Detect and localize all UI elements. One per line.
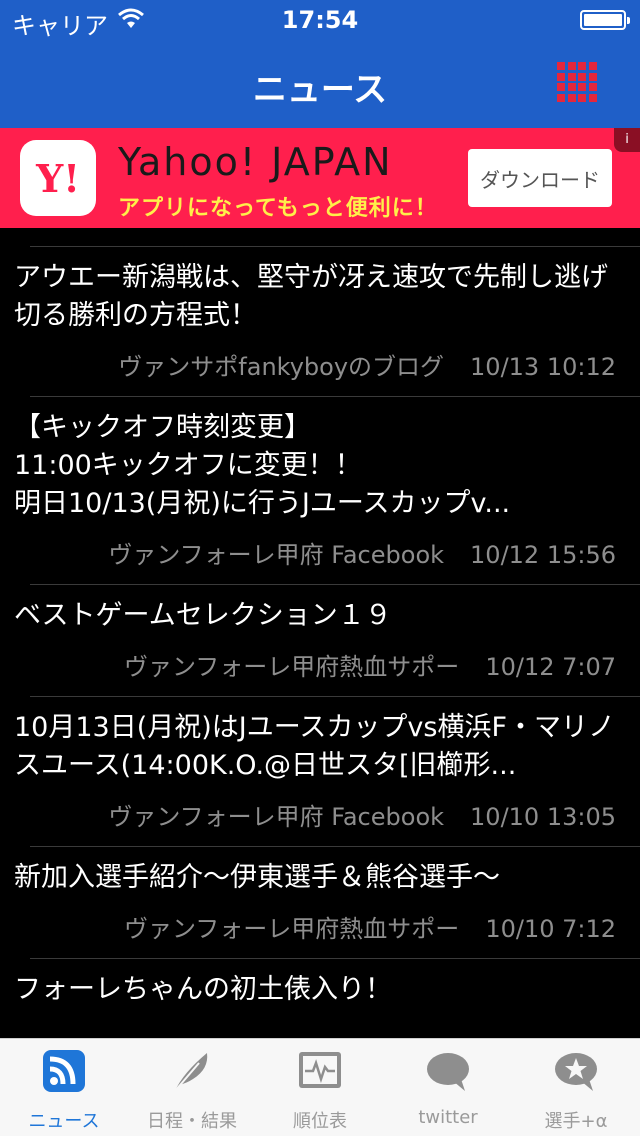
news-meta: ヴァンフォーレ甲府 Facebook 10/10 13:05 (30, 797, 616, 832)
news-title: アウエー新潟戦は、堅守が冴え速攻で先制し逃げ切る勝利の方程式！ (14, 262, 608, 331)
tab-label: 選手+α (544, 1111, 608, 1132)
news-meta: ヴァンフォーレ甲府熱血サポー 10/10 7:12 (30, 909, 616, 944)
tab-players[interactable]: 選手+α (512, 1039, 640, 1136)
tab-label: twitter (418, 1107, 478, 1128)
tab-schedule[interactable]: 日程・結果 (128, 1039, 256, 1136)
star-bubble-icon (555, 1053, 597, 1091)
news-title: 【キックオフ時刻変更】 11:00キックオフに変更！！ 明日10/13(月祝)に… (14, 412, 511, 519)
news-date: 10/10 13:05 (470, 803, 616, 831)
news-meta: ヴァンフォーレ甲府熱血サポー 10/12 7:07 (30, 647, 616, 682)
news-meta: ヴァンフォーレ甲府 Facebook 10/12 15:56 (30, 535, 616, 570)
news-source: ヴァンサポfankyboyのブログ (118, 353, 445, 381)
tab-standings[interactable]: 順位表 (256, 1039, 384, 1136)
list-item[interactable]: ベストゲームセレクション１９ ヴァンフォーレ甲府熱血サポー 10/12 7:07 (14, 584, 640, 696)
news-meta: ヴァンサポfankyboyのブログ 10/13 10:12 (30, 347, 616, 382)
news-source: ヴァンフォーレ甲府 Facebook (108, 541, 445, 569)
news-date: 10/12 7:07 (485, 653, 616, 681)
feather-icon (174, 1053, 208, 1092)
yahoo-logo: Y! (20, 140, 96, 216)
status-bar: キャリア 17:54 (0, 0, 640, 40)
tab-bar: ニュース 日程・結果 順位表 twitter 選手+α (0, 1038, 640, 1136)
news-source: ヴァンフォーレ甲府 Facebook (108, 803, 445, 831)
list-item[interactable]: 10月13日(月祝)はJユースカップvs横浜F・マリノスユース(14:00K.O… (14, 696, 640, 846)
list-item[interactable]: 新加入選手紹介〜伊東選手＆熊谷選手〜 ヴァンフォーレ甲府熱血サポー 10/10 7… (14, 846, 640, 958)
rss-icon (43, 1050, 85, 1092)
grid-icon[interactable] (557, 62, 597, 102)
tab-label: 順位表 (293, 1111, 347, 1132)
tab-label: ニュース (28, 1111, 100, 1132)
page-title: ニュース (252, 70, 388, 110)
clock: 17:54 (281, 6, 359, 34)
nav-bar: ニュース (0, 40, 640, 128)
news-date: 10/12 15:56 (470, 541, 616, 569)
download-button[interactable]: ダウンロード (468, 149, 612, 207)
news-title: フォーレちゃんの初土俵入り！ (14, 974, 392, 1005)
news-title: 新加入選手紹介〜伊東選手＆熊谷選手〜 (14, 862, 500, 893)
news-source: ヴァンフォーレ甲府熱血サポー (124, 915, 460, 943)
speech-bubble-icon (427, 1053, 469, 1091)
list-item[interactable]: 【キックオフ時刻変更】 11:00キックオフに変更！！ 明日10/13(月祝)に… (14, 396, 640, 584)
list-item[interactable]: アウエー新潟戦は、堅守が冴え速攻で先制し逃げ切る勝利の方程式！ ヴァンサポfan… (14, 246, 640, 396)
news-date: 10/10 7:12 (485, 915, 616, 943)
news-list[interactable]: アウエー新潟戦は、堅守が冴え速攻で先制し逃げ切る勝利の方程式！ ヴァンサポfan… (0, 228, 640, 1038)
news-source: ヴァンフォーレ甲府熱血サポー (124, 653, 460, 681)
ad-banner[interactable]: Y! Yahoo! JAPAN アプリになってもっと便利に！ ダウンロード i (0, 128, 640, 228)
tab-twitter[interactable]: twitter (384, 1039, 512, 1136)
battery-icon (580, 10, 630, 30)
news-title: ベストゲームセレクション１９ (14, 600, 392, 631)
list-item[interactable]: フォーレちゃんの初土俵入り！ (14, 958, 640, 1023)
tab-label: 日程・結果 (147, 1111, 237, 1132)
chart-monitor-icon (299, 1052, 341, 1088)
news-title: 10月13日(月祝)はJユースカップvs横浜F・マリノスユース(14:00K.O… (14, 712, 615, 781)
list-top-spacer (0, 228, 640, 246)
news-date: 10/13 10:12 (470, 353, 616, 381)
ad-title: Yahoo! JAPAN (118, 140, 393, 184)
ad-info-icon[interactable]: i (614, 128, 640, 152)
tab-news[interactable]: ニュース (0, 1039, 128, 1136)
ad-subtitle: アプリになってもっと便利に！ (118, 196, 438, 221)
